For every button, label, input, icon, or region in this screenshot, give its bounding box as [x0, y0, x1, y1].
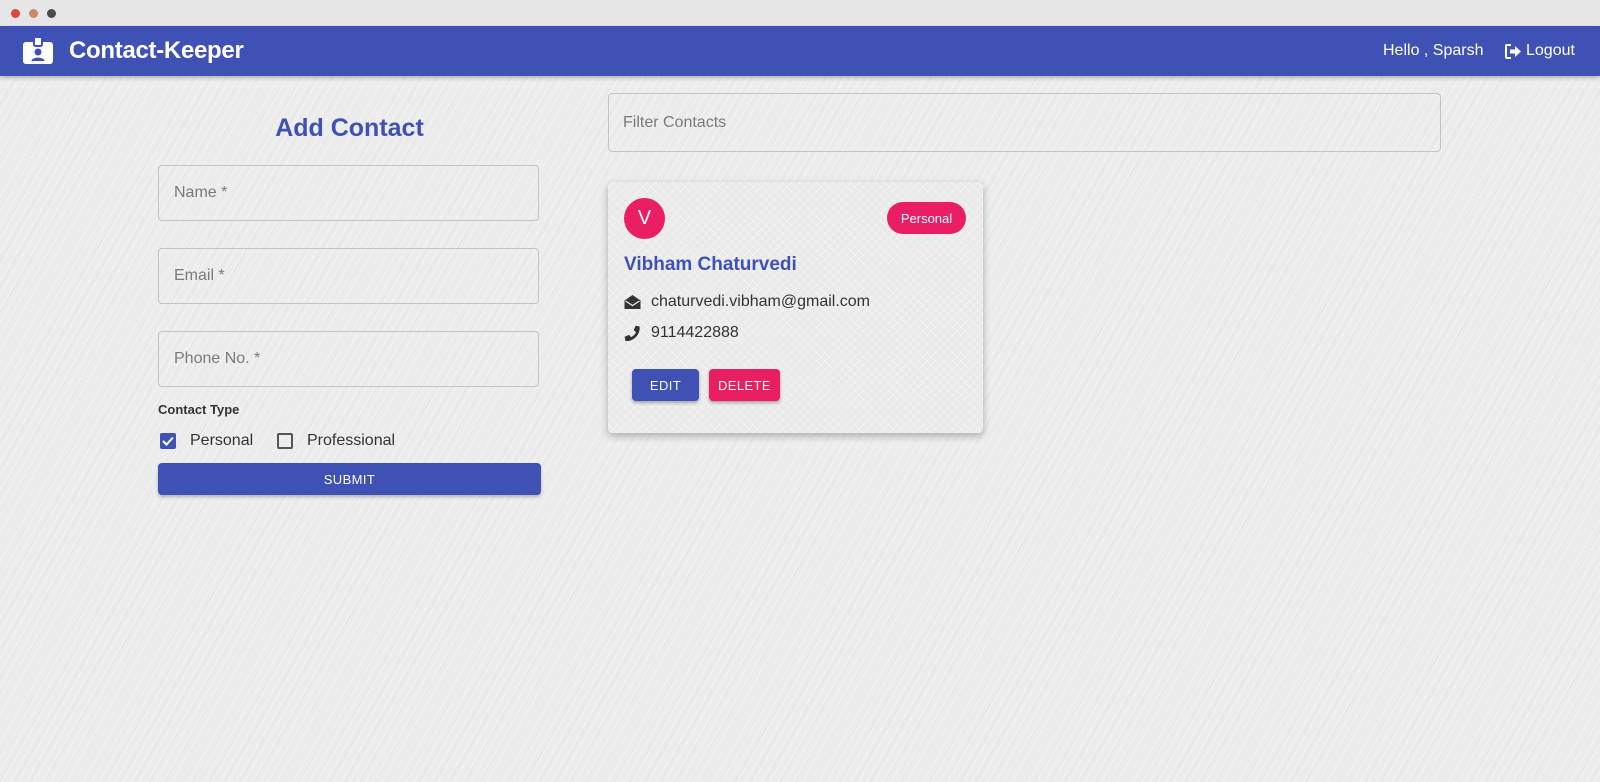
professional-checkbox[interactable]: Professional: [277, 432, 395, 450]
app-title[interactable]: Contact-Keeper: [69, 36, 244, 66]
name-field[interactable]: [158, 165, 539, 221]
personal-checkbox[interactable]: Personal: [160, 432, 253, 450]
contact-type-label: Contact Type: [158, 402, 240, 417]
filter-contacts-input[interactable]: [608, 93, 1441, 152]
contact-phone: 9114422888: [651, 324, 739, 341]
phone-field[interactable]: [158, 331, 539, 387]
contact-email: chaturvedi.vibham@gmail.com: [651, 293, 870, 310]
logout-label: Logout: [1526, 42, 1575, 59]
edit-button[interactable]: EDIT: [632, 369, 699, 401]
contact-card: V Personal Vibham Chaturvedi chaturvedi.…: [608, 182, 983, 433]
app-bar: Contact-Keeper Hello , Sparsh Logout: [0, 26, 1600, 76]
personal-label: Personal: [190, 432, 254, 449]
checkbox-unchecked[interactable]: [277, 433, 293, 449]
delete-button[interactable]: DELETE: [709, 369, 780, 401]
check-icon: [162, 436, 174, 446]
professional-label: Professional: [307, 432, 396, 449]
contact-card-icon: [23, 36, 53, 64]
logout-link[interactable]: Logout: [1505, 41, 1575, 61]
contact-name: Vibham Chaturvedi: [624, 254, 797, 275]
form-title: Add Contact: [275, 114, 424, 142]
contact-type-badge: Personal: [887, 202, 966, 234]
envelope-open-icon: [624, 295, 641, 309]
avatar: V: [624, 198, 665, 239]
user-greeting: Hello , Sparsh: [1383, 42, 1484, 59]
submit-button[interactable]: SUBMIT: [158, 463, 541, 495]
sign-out-icon: [1505, 43, 1521, 59]
window-close-dot[interactable]: [11, 9, 20, 18]
window-minimize-dot[interactable]: [29, 9, 38, 18]
window-titlebar: [0, 0, 1600, 26]
phone-icon: [624, 325, 640, 341]
window-maximize-dot[interactable]: [47, 9, 56, 18]
contact-email-row: chaturvedi.vibham@gmail.com: [624, 293, 870, 311]
checkbox-checked[interactable]: [160, 433, 176, 449]
contact-phone-row: 9114422888: [624, 324, 739, 342]
email-field[interactable]: [158, 248, 539, 304]
